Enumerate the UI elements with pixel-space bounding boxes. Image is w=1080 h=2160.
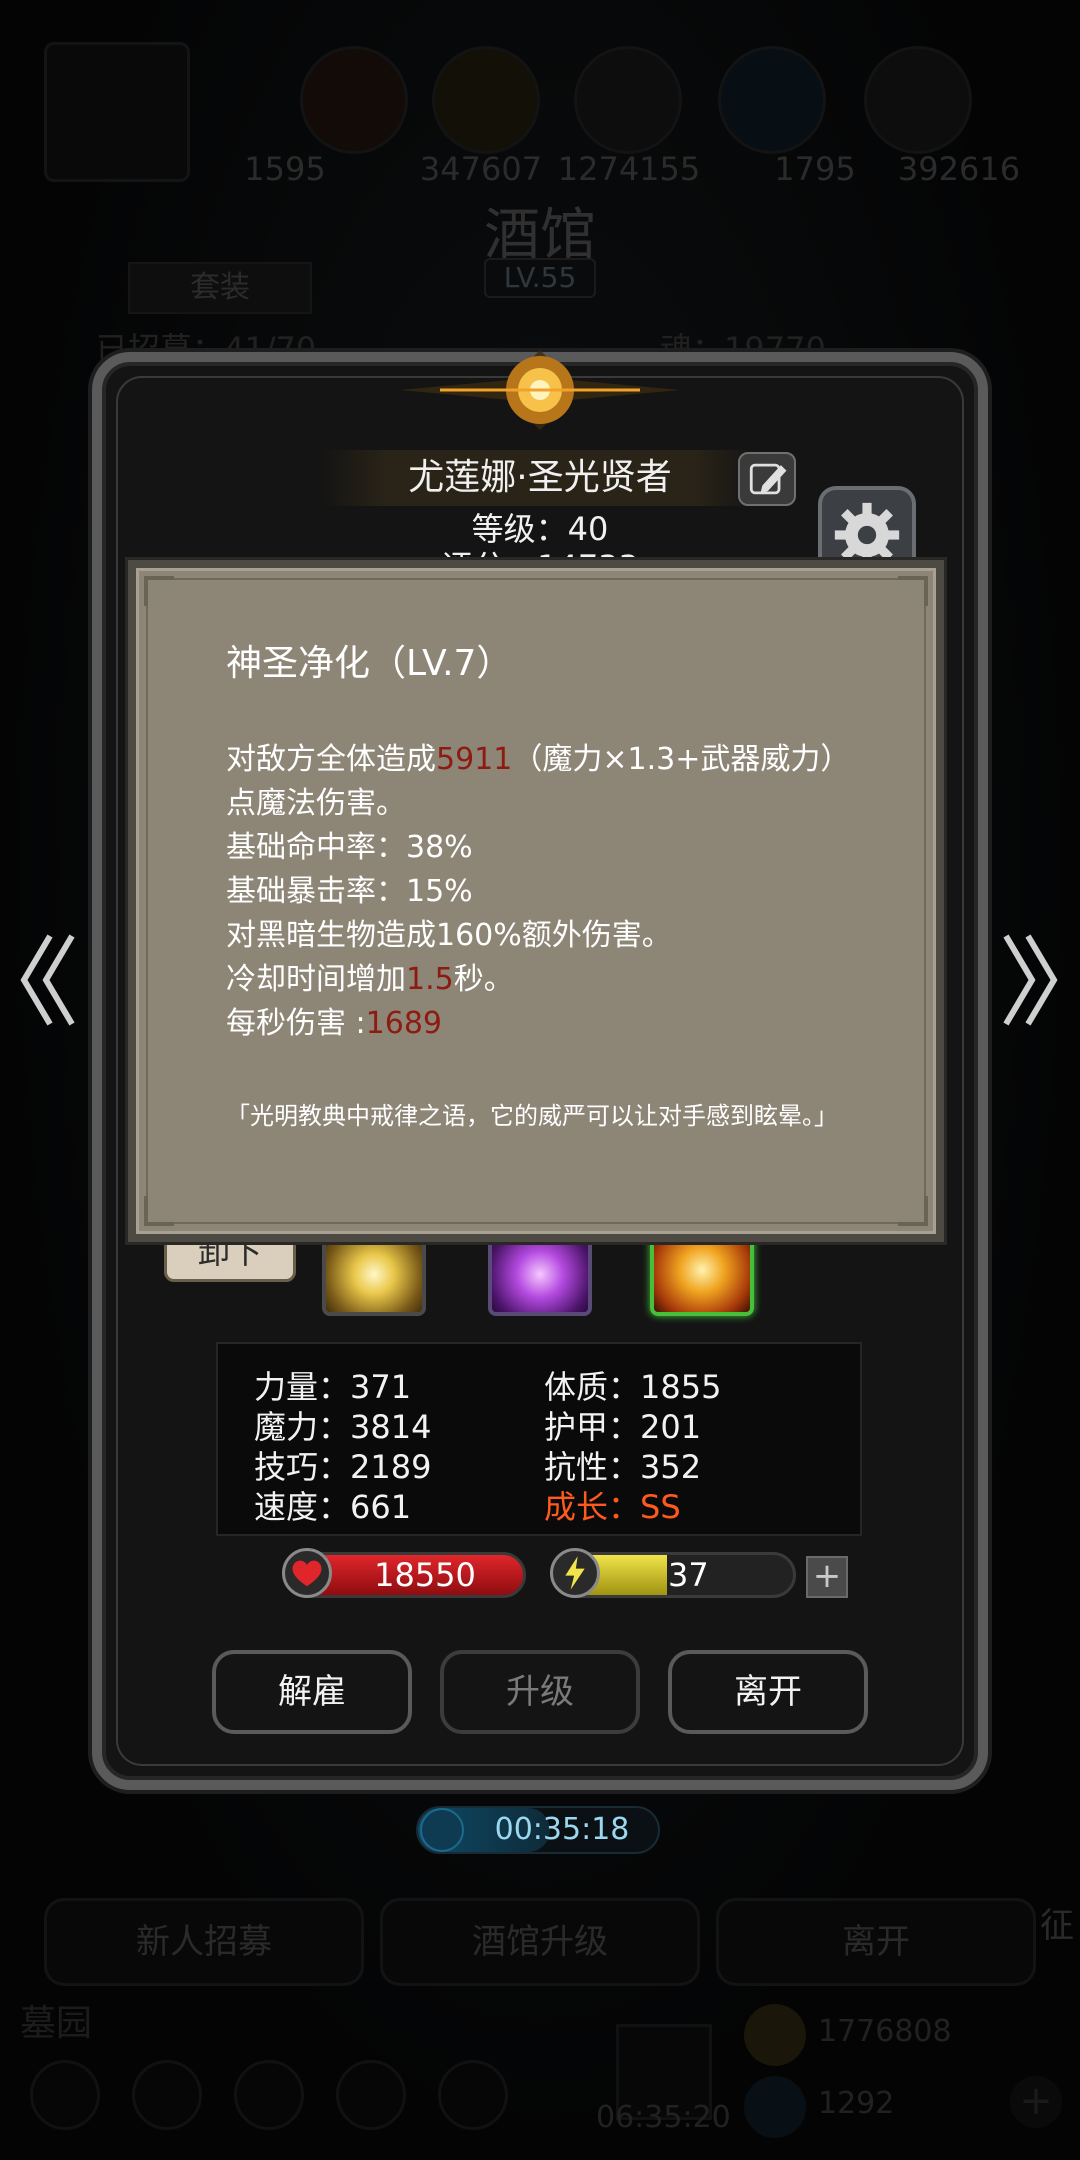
resource-value-3: 1274155: [557, 150, 701, 188]
add-currency-button[interactable]: +: [1010, 2076, 1062, 2128]
set-tab[interactable]: 套装: [128, 262, 312, 314]
add-energy-button[interactable]: +: [806, 1556, 848, 1598]
popup-corner-ornament: [144, 576, 174, 606]
dark-bonus-line: 对黑暗生物造成160%额外伤害。: [226, 918, 672, 953]
player-avatar[interactable]: [44, 42, 190, 182]
stat-speed: 速度：661: [254, 1488, 412, 1526]
cooldown-line: 冷却时间增加1.5秒。: [226, 958, 866, 1002]
cooldown-suffix: 秒。: [453, 962, 514, 997]
double-chevron-left-icon[interactable]: [18, 930, 78, 1030]
stat-growth: 成长：SS: [544, 1488, 681, 1526]
resource-icon-2: [432, 46, 540, 154]
popup-corner-ornament: [898, 1196, 928, 1226]
cooldown-prefix: 冷却时间增加: [226, 962, 406, 997]
dismiss-button[interactable]: 解雇: [212, 1650, 412, 1734]
edit-name-icon[interactable]: [738, 452, 796, 506]
leave-tavern-button[interactable]: 离开: [716, 1898, 1036, 1986]
double-chevron-right-icon[interactable]: [1000, 930, 1060, 1030]
nav-icon-1[interactable]: [30, 2060, 100, 2130]
expedition-tab-label[interactable]: 征: [1040, 1898, 1074, 1947]
gem-icon: [744, 2076, 806, 2138]
nav-icon-5[interactable]: [438, 2060, 508, 2130]
skill-detail-popup[interactable]: 神圣净化（LV.7） 对敌方全体造成5911（魔力×1.3+武器威力）点魔法伤害…: [128, 560, 944, 1242]
damage-value: 5911: [436, 742, 513, 777]
popup-corner-ornament: [144, 1196, 174, 1226]
nav-icon-4[interactable]: [336, 2060, 406, 2130]
damage-prefix: 对敌方全体造成: [226, 742, 436, 777]
crit-rate-line: 基础暴击率：15%: [226, 874, 473, 909]
gold-coin-icon: [744, 2004, 806, 2066]
popup-corner-ornament: [898, 576, 928, 606]
gem-value: 1292: [818, 2086, 895, 2121]
hero-name: 尤莲娜·圣光贤者: [322, 450, 758, 506]
resource-value-5: 392616: [897, 150, 1021, 188]
gold-value: 1776808: [818, 2014, 952, 2049]
resource-icon-5: [864, 46, 972, 154]
skill-damage-line: 对敌方全体造成5911（魔力×1.3+武器威力）点魔法伤害。: [226, 738, 866, 826]
resource-value-1: 1595: [244, 150, 326, 188]
skill-flavor-quote: 「光明教典中戒律之语，它的威严可以让对手感到眩晕。」: [226, 1102, 838, 1130]
dps-label: 每秒伤害 :: [226, 1006, 366, 1041]
resource-icon-3: [574, 46, 682, 154]
timer-value: 00:35:18: [494, 1812, 630, 1847]
cooldown-value: 1.5: [406, 962, 454, 997]
recruit-button[interactable]: 新人招募: [44, 1898, 364, 1986]
nav-icon-2[interactable]: [132, 2060, 202, 2130]
tavern-upgrade-button[interactable]: 酒馆升级: [380, 1898, 700, 1986]
clock-icon: [420, 1808, 464, 1852]
skill-title: 神圣净化（LV.7）: [226, 643, 513, 684]
hit-rate-line: 基础命中率：38%: [226, 830, 473, 865]
nav-icon-3[interactable]: [234, 2060, 304, 2130]
resource-icon-1: [300, 46, 408, 154]
skill-description: 对敌方全体造成5911（魔力×1.3+武器威力）点魔法伤害。 基础命中率：38%…: [226, 738, 866, 1046]
dps-value: 1689: [365, 1006, 443, 1041]
hp-value: 18550: [374, 1556, 476, 1594]
tavern-level: LV.55: [484, 258, 596, 298]
upgrade-button[interactable]: 升级: [440, 1650, 640, 1734]
area-label: 墓园: [20, 2003, 93, 2044]
resource-value-2: 347607: [419, 150, 543, 188]
leave-button[interactable]: 离开: [668, 1650, 868, 1734]
resource-icon-4: [718, 46, 826, 154]
bottom-clock: 06:35:20: [596, 2100, 731, 2135]
dps-line: 每秒伤害 :1689: [226, 1002, 866, 1046]
lightning-icon: [550, 1548, 600, 1598]
resource-value-4: 1795: [774, 150, 856, 188]
hero-stats-panel: 力量：371 魔力：3814 技巧：2189 速度：661 体质：1855 护甲…: [216, 1342, 862, 1536]
heart-icon: [282, 1548, 332, 1598]
sun-emblem-icon: [400, 350, 680, 430]
energy-value: 37: [668, 1556, 709, 1594]
